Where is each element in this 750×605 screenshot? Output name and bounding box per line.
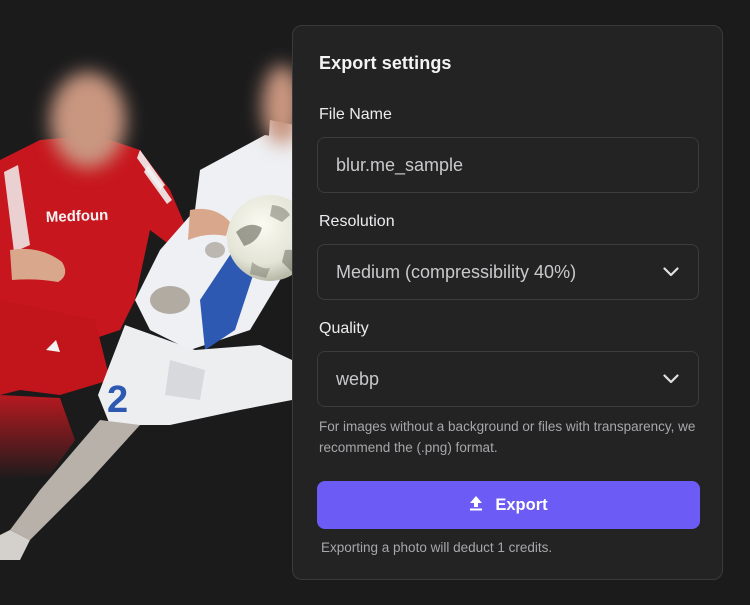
shirt-text: Medfoun (46, 207, 109, 226)
app-stage: Medfoun 2 Export settings File Name blur… (0, 0, 750, 605)
export-button[interactable]: Export (317, 481, 700, 529)
credits-note: Exporting a photo will deduct 1 credits. (321, 540, 553, 555)
file-name-label: File Name (319, 106, 392, 123)
format-hint: For images without a background or files… (319, 419, 696, 455)
resolution-label: Resolution (319, 213, 395, 230)
quality-select[interactable]: webp (317, 351, 699, 407)
export-button-label: Export (495, 495, 548, 514)
resolution-selected-value: Medium (compressibility 40%) (336, 261, 577, 282)
upload-icon (469, 495, 483, 516)
chevron-down-icon (662, 263, 680, 281)
file-name-input[interactable] (336, 154, 680, 176)
resolution-select[interactable]: Medium (compressibility 40%) (317, 244, 699, 300)
quality-label: Quality (319, 320, 369, 337)
chevron-down-icon (662, 370, 680, 388)
file-name-field[interactable] (317, 137, 699, 193)
panel-title: Export settings (319, 53, 452, 73)
shorts-number: 2 (107, 379, 128, 421)
export-settings-panel: Export settings File Name Resolution Med… (292, 25, 723, 580)
quality-selected-value: webp (336, 368, 380, 389)
